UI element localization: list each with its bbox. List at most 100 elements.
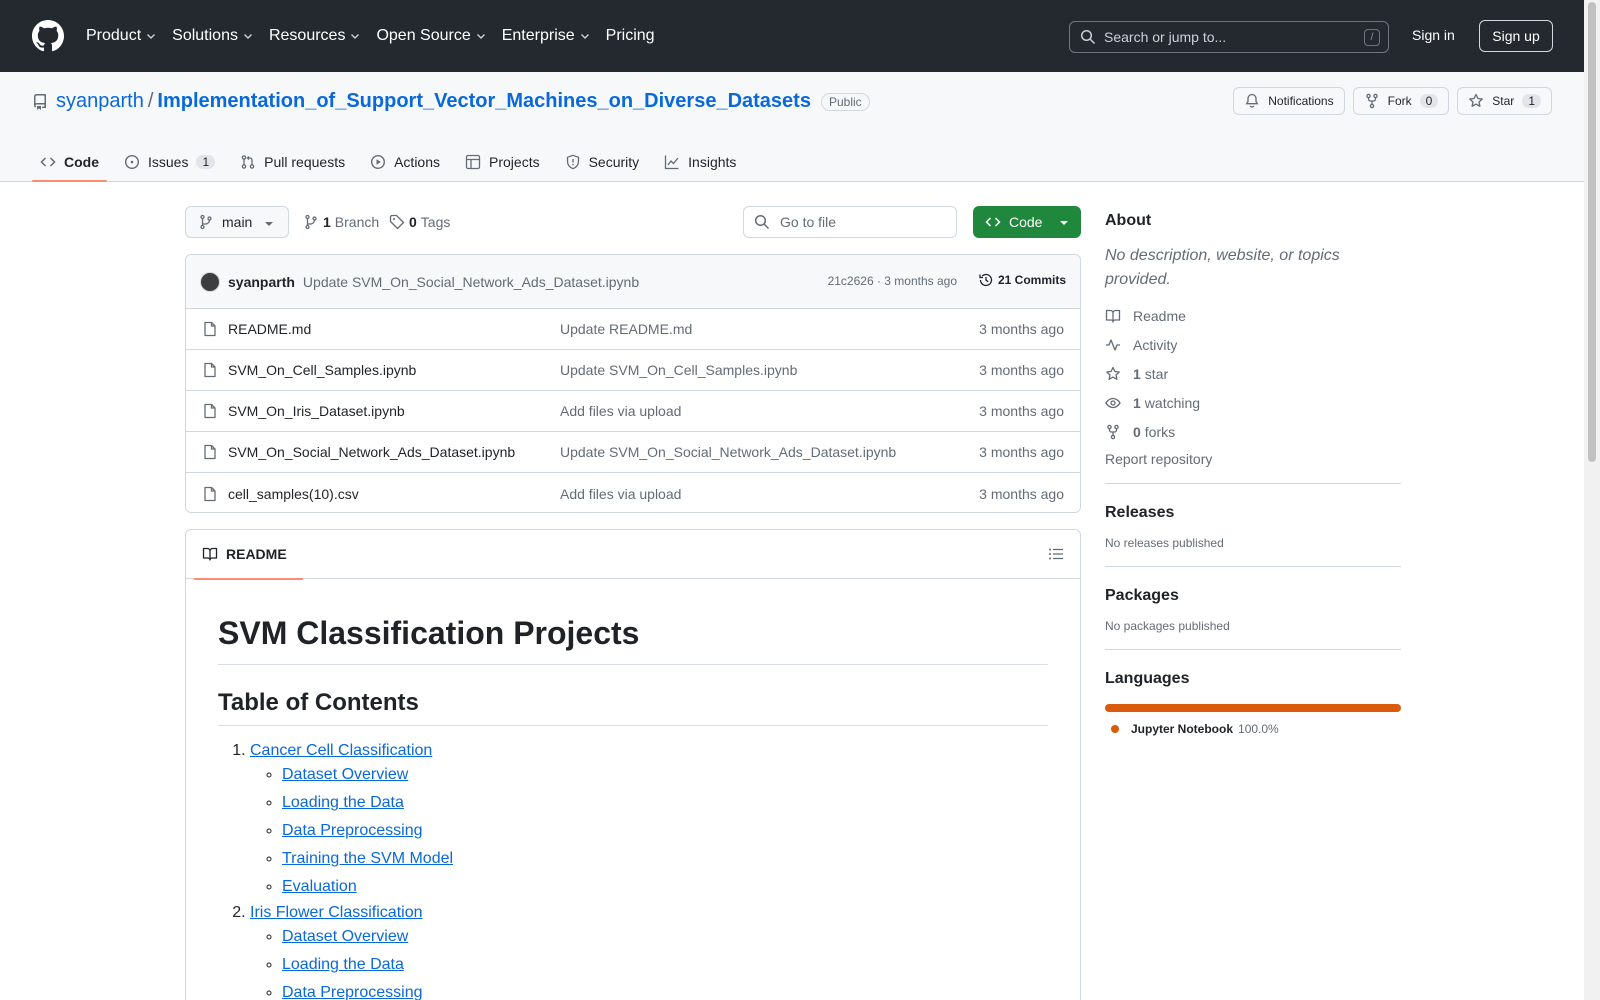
commit-author-link[interactable]: syanparth xyxy=(228,274,295,290)
chevron-down-icon xyxy=(147,34,156,39)
avatar[interactable] xyxy=(200,271,220,292)
fork-button[interactable]: Fork 0 xyxy=(1352,87,1450,115)
nav-open-source[interactable]: Open Source xyxy=(376,27,486,45)
file-commit-message[interactable]: Add files via upload xyxy=(560,486,681,502)
list-unordered-icon[interactable] xyxy=(1048,546,1064,562)
file-browser: syanparth Update SVM_On_Social_Network_A… xyxy=(185,254,1081,513)
github-logo-icon[interactable] xyxy=(32,20,64,52)
toc-link[interactable]: Loading the Data xyxy=(282,794,404,811)
nav-pricing[interactable]: Pricing xyxy=(606,27,655,45)
go-to-file-input[interactable]: Go to file xyxy=(743,206,957,238)
page-scrollbar[interactable] xyxy=(1584,0,1600,1000)
nav-resources[interactable]: Resources xyxy=(269,27,361,45)
language-bar xyxy=(1105,704,1401,712)
toc-link[interactable]: Dataset Overview xyxy=(282,928,408,945)
tab-pull-requests[interactable]: Pull requests xyxy=(232,142,353,182)
about-description: No description, website, or topics provi… xyxy=(1105,247,1340,288)
star-button[interactable]: Star 1 xyxy=(1457,87,1552,115)
pulse-icon xyxy=(1106,338,1120,351)
toc-section: Cancer Cell Classification Dataset Overv… xyxy=(250,742,1048,898)
tab-projects[interactable]: Projects xyxy=(457,142,548,182)
activity-label: Activity xyxy=(1133,336,1178,353)
file-row[interactable]: README.md Update README.md 3 months ago xyxy=(186,309,1080,350)
commits-history-link[interactable]: 21 Commits xyxy=(978,272,1066,288)
readme-link[interactable]: Readme xyxy=(1105,306,1401,325)
tab-code[interactable]: Code xyxy=(32,142,107,182)
tab-security[interactable]: Security xyxy=(557,142,648,182)
language-item[interactable]: Jupyter Notebook 100.0% xyxy=(1105,722,1401,736)
toc-link[interactable]: Loading the Data xyxy=(282,956,404,973)
activity-link[interactable]: Activity xyxy=(1105,335,1401,354)
toc-link[interactable]: Evaluation xyxy=(282,878,357,895)
book-icon xyxy=(1105,309,1121,323)
file-row[interactable]: SVM_On_Iris_Dataset.ipynb Add files via … xyxy=(186,391,1080,432)
stars-link[interactable]: 1 star xyxy=(1105,364,1401,383)
tab-issues[interactable]: Issues 1 xyxy=(116,142,223,182)
releases-heading[interactable]: Releases xyxy=(1105,504,1401,522)
branch-name: main xyxy=(222,214,253,230)
nav-enterprise[interactable]: Enterprise xyxy=(502,27,591,45)
branch-select-button[interactable]: main xyxy=(185,206,289,238)
code-dropdown-button[interactable]: Code xyxy=(973,206,1081,238)
file-name-link[interactable]: SVM_On_Cell_Samples.ipynb xyxy=(228,362,416,378)
sign-in-link[interactable]: Sign in xyxy=(1412,27,1455,43)
file-row[interactable]: SVM_On_Social_Network_Ads_Dataset.ipynb … xyxy=(186,432,1080,473)
file-name-link[interactable]: SVM_On_Social_Network_Ads_Dataset.ipynb xyxy=(228,444,515,460)
file-row[interactable]: cell_samples(10).csv Add files via uploa… xyxy=(186,473,1080,512)
toc-link[interactable]: Cancer Cell Classification xyxy=(250,742,432,759)
tags-link[interactable]: 0 Tags xyxy=(389,214,450,230)
code-icon xyxy=(40,157,56,167)
readme-heading-toc: Table of Contents xyxy=(218,689,1048,726)
sign-up-button[interactable]: Sign up xyxy=(1479,20,1553,52)
forks-label: forks xyxy=(1144,423,1176,440)
notifications-button[interactable]: Notifications xyxy=(1233,87,1345,115)
file-commit-message[interactable]: Add files via upload xyxy=(560,403,681,419)
file-commit-message[interactable]: Update SVM_On_Cell_Samples.ipynb xyxy=(560,362,797,378)
watching-count: 1 xyxy=(1133,394,1141,411)
toc-subitem: Training the SVM Model xyxy=(282,848,1048,870)
report-repository-link[interactable]: Report repository xyxy=(1105,451,1401,467)
latest-commit-bar: syanparth Update SVM_On_Social_Network_A… xyxy=(186,255,1080,309)
file-name-link[interactable]: SVM_On_Iris_Dataset.ipynb xyxy=(228,403,405,419)
forks-link[interactable]: 0 forks xyxy=(1105,422,1401,441)
file-name-link[interactable]: cell_samples(10).csv xyxy=(228,486,359,502)
repo-owner-link[interactable]: syanparth xyxy=(56,90,144,113)
file-name-link[interactable]: README.md xyxy=(228,321,311,337)
tab-insights[interactable]: Insights xyxy=(656,142,744,182)
toc-link[interactable]: Data Preprocessing xyxy=(282,822,423,839)
commit-message-link[interactable]: Update SVM_On_Social_Network_Ads_Dataset… xyxy=(303,274,639,290)
readme-tab-label: README xyxy=(226,546,287,562)
readme-tab[interactable]: README xyxy=(194,530,303,580)
watchers-link[interactable]: 1 watching xyxy=(1105,393,1401,412)
commit-sha-link[interactable]: 21c2626 · 3 months ago xyxy=(828,274,957,288)
nav-label: Product xyxy=(86,27,142,44)
visibility-badge: Public xyxy=(820,92,870,111)
global-header: Product Solutions Resources Open Source … xyxy=(0,0,1584,72)
file-age: 3 months ago xyxy=(979,321,1064,337)
scrollbar-thumb[interactable] xyxy=(1588,2,1596,462)
repo-header: syanparth / Implementation_of_Support_Ve… xyxy=(0,72,1584,182)
toc-link[interactable]: Iris Flower Classification xyxy=(250,904,422,921)
toc-link[interactable]: Data Preprocessing xyxy=(282,984,423,1000)
file-commit-message[interactable]: Update README.md xyxy=(560,321,692,337)
search-input[interactable]: Search or jump to... / xyxy=(1069,21,1389,53)
packages-heading[interactable]: Packages xyxy=(1105,587,1401,605)
toc-link[interactable]: Dataset Overview xyxy=(282,766,408,783)
packages-empty-text: No packages published xyxy=(1105,619,1230,633)
file-commit-message[interactable]: Update SVM_On_Social_Network_Ads_Dataset… xyxy=(560,444,896,460)
search-icon xyxy=(1080,29,1096,45)
repo-name-link[interactable]: Implementation_of_Support_Vector_Machine… xyxy=(157,90,811,113)
search-shortcut-key: / xyxy=(1364,29,1380,46)
branches-link[interactable]: 1 Branch xyxy=(303,214,379,230)
readme-title: SVM Classification Projects xyxy=(218,615,1048,665)
nav-solutions[interactable]: Solutions xyxy=(172,27,254,45)
code-button-label: Code xyxy=(1009,214,1043,230)
chevron-down-icon xyxy=(580,34,589,39)
nav-product[interactable]: Product xyxy=(86,27,157,45)
caret-down-icon xyxy=(265,222,273,226)
toc-subitem: Dataset Overview xyxy=(282,764,1048,786)
tab-actions[interactable]: Actions xyxy=(362,142,448,182)
toc-list: Cancer Cell Classification Dataset Overv… xyxy=(218,742,1048,1000)
toc-link[interactable]: Training the SVM Model xyxy=(282,850,453,867)
file-row[interactable]: SVM_On_Cell_Samples.ipynb Update SVM_On_… xyxy=(186,350,1080,391)
